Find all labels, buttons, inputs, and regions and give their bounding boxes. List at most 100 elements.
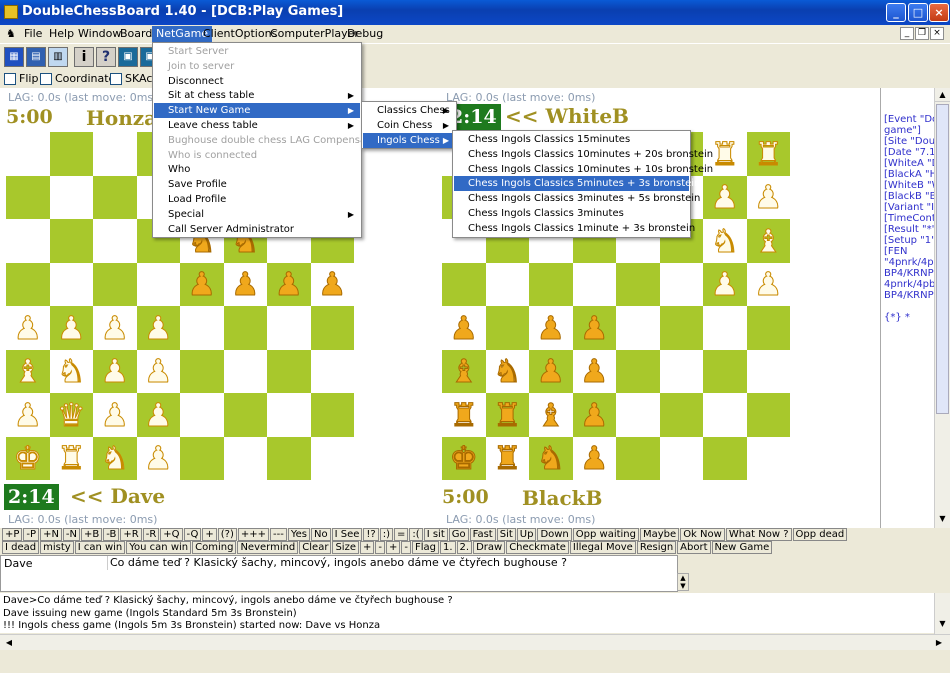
- white-piece-p-icon[interactable]: ♟: [710, 268, 740, 301]
- skac-checkbox[interactable]: [110, 73, 122, 85]
- board-square[interactable]: ♜: [442, 393, 486, 437]
- white-piece-p-icon[interactable]: ♟: [13, 311, 43, 344]
- board-square[interactable]: [659, 393, 703, 437]
- board-square[interactable]: [485, 262, 529, 306]
- quick-button[interactable]: +: [385, 541, 401, 554]
- quick-button[interactable]: -P: [23, 528, 40, 541]
- quick-button[interactable]: No: [311, 528, 331, 541]
- menu-item[interactable]: Chess Ingols Classics 5minutes + 3s bron…: [454, 176, 700, 192]
- black-piece-p-icon[interactable]: ♟: [536, 311, 566, 344]
- black-piece-b-icon[interactable]: ♝: [536, 398, 566, 431]
- board-square[interactable]: [659, 306, 703, 350]
- black-piece-r-icon[interactable]: ♜: [492, 442, 522, 475]
- board-square[interactable]: ♝: [746, 219, 790, 263]
- white-piece-p-icon[interactable]: ♟: [100, 398, 130, 431]
- black-piece-p-icon[interactable]: ♟: [579, 398, 609, 431]
- quick-button[interactable]: Draw: [473, 541, 506, 554]
- menu-item[interactable]: Chess Ingols Classics 3minutes: [454, 206, 689, 221]
- board-square[interactable]: ♟: [136, 436, 180, 480]
- menu-item[interactable]: Chess Ingols Classics 10minutes + 10s br…: [454, 162, 713, 177]
- quick-button[interactable]: New Game: [711, 541, 773, 554]
- quick-button[interactable]: Nevermind: [237, 541, 299, 554]
- board-square[interactable]: ♟: [6, 393, 50, 437]
- board-square[interactable]: [703, 436, 747, 480]
- white-piece-p-icon[interactable]: ♟: [753, 268, 783, 301]
- board-square[interactable]: [93, 132, 137, 176]
- menu-item[interactable]: Coin Chess ▶: [363, 118, 455, 133]
- board-square[interactable]: [223, 349, 267, 393]
- quick-button[interactable]: Sit: [496, 528, 516, 541]
- menu-item[interactable]: Chess Ingols Classics 1minute + 3s brons…: [454, 221, 695, 236]
- board-square[interactable]: ♟: [180, 262, 224, 306]
- board-square[interactable]: [6, 132, 50, 176]
- white-piece-b-icon[interactable]: ♝: [13, 355, 43, 388]
- quick-button[interactable]: Ok Now: [680, 528, 725, 541]
- white-piece-p-icon[interactable]: ♟: [143, 355, 173, 388]
- white-piece-k-icon[interactable]: ♚: [13, 442, 43, 475]
- board-square[interactable]: [310, 436, 354, 480]
- menu-item[interactable]: Classics Chess ▶: [363, 103, 455, 118]
- board-square[interactable]: ♟: [572, 393, 616, 437]
- quick-button[interactable]: Illegal Move: [569, 541, 636, 554]
- board-square[interactable]: [703, 306, 747, 350]
- mdi-close-button[interactable]: ×: [930, 27, 944, 40]
- pgn-scroll-up-icon[interactable]: ▲: [935, 88, 950, 102]
- board-square[interactable]: [572, 262, 616, 306]
- quick-button[interactable]: Yes: [287, 528, 311, 541]
- quick-button[interactable]: I dead: [2, 541, 40, 554]
- chat-scroll-down-icon[interactable]: ▼: [935, 619, 950, 628]
- board-square[interactable]: [223, 393, 267, 437]
- black-piece-r-icon[interactable]: ♜: [449, 398, 479, 431]
- mdi-minimize-button[interactable]: _: [900, 27, 914, 40]
- black-piece-k-icon[interactable]: ♚: [449, 442, 479, 475]
- board-square[interactable]: ♜: [49, 436, 93, 480]
- board-square[interactable]: [49, 219, 93, 263]
- quick-button[interactable]: Maybe: [640, 528, 680, 541]
- menu-file[interactable]: File: [20, 26, 46, 42]
- black-piece-p-icon[interactable]: ♟: [317, 268, 347, 301]
- board-square[interactable]: ♟: [746, 175, 790, 219]
- board-square[interactable]: [746, 349, 790, 393]
- quick-button[interactable]: -: [375, 541, 385, 554]
- help-icon[interactable]: ?: [96, 47, 116, 67]
- menu-item[interactable]: Who: [154, 162, 360, 177]
- board-square[interactable]: ♟: [746, 262, 790, 306]
- chat-spin-icon[interactable]: ▲ ▼: [677, 573, 689, 591]
- black-piece-n-icon[interactable]: ♞: [536, 442, 566, 475]
- board-square[interactable]: ♟: [223, 262, 267, 306]
- quick-button[interactable]: ---: [270, 528, 287, 541]
- quick-button[interactable]: Resign: [636, 541, 677, 554]
- white-piece-r-icon[interactable]: ♜: [56, 442, 86, 475]
- quick-button[interactable]: +P: [2, 528, 23, 541]
- board-square[interactable]: ♝: [442, 349, 486, 393]
- maximize-button[interactable]: □: [908, 3, 928, 22]
- quick-button[interactable]: Clear: [299, 541, 332, 554]
- board-square[interactable]: ♟: [136, 393, 180, 437]
- board-square[interactable]: [659, 262, 703, 306]
- menu-item[interactable]: Leave chess table ▶: [154, 118, 360, 133]
- network-icon[interactable]: ▤: [26, 47, 46, 67]
- board-square[interactable]: [136, 262, 180, 306]
- board-square[interactable]: [616, 306, 660, 350]
- black-piece-p-icon[interactable]: ♟: [579, 311, 609, 344]
- menu-item[interactable]: Sit at chess table ▶: [154, 88, 360, 103]
- quick-button[interactable]: +R: [120, 528, 142, 541]
- menu-item[interactable]: Chess Ingols Classics 3minutes + 5s bron…: [454, 191, 700, 206]
- board-square[interactable]: ♞: [49, 349, 93, 393]
- board-square[interactable]: [616, 262, 660, 306]
- board-square[interactable]: [310, 349, 354, 393]
- quick-button[interactable]: +Q: [160, 528, 183, 541]
- quick-button[interactable]: +: [359, 541, 375, 554]
- board-square[interactable]: [616, 436, 660, 480]
- pgn-scroll-thumb[interactable]: [936, 104, 949, 414]
- board-square[interactable]: ♟: [136, 306, 180, 350]
- white-piece-p-icon[interactable]: ♟: [56, 311, 86, 344]
- chat-log-scrollbar[interactable]: ▼: [934, 593, 950, 634]
- quick-button[interactable]: =: [394, 528, 409, 541]
- quick-button[interactable]: Fast: [469, 528, 496, 541]
- quick-button[interactable]: Down: [537, 528, 572, 541]
- quick-button[interactable]: :(: [409, 528, 423, 541]
- board-square[interactable]: ♟: [93, 306, 137, 350]
- board-square[interactable]: [180, 393, 224, 437]
- pgn-vertical-scrollbar[interactable]: ▲ ▼: [934, 88, 950, 528]
